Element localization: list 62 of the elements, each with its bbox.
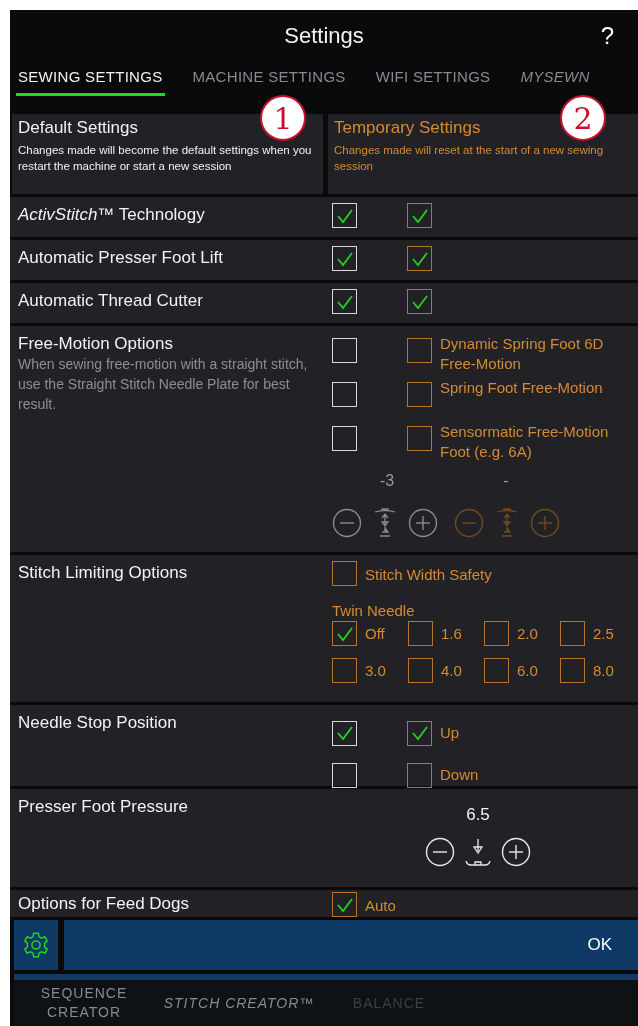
checkbox[interactable] <box>407 762 432 788</box>
setting-label: Presser Foot Pressure <box>18 797 190 817</box>
option-label: Stitch Width Safety <box>365 564 492 585</box>
tab[interactable]: SEWING SETTINGS <box>16 62 165 96</box>
column-description: Changes made will reset at the start of a new sewing session <box>334 143 605 174</box>
setting-label: Free-Motion Options <box>18 334 174 354</box>
option-label: 2.0 <box>517 623 538 644</box>
option-label: Down <box>440 765 479 785</box>
setting-description: When sewing free-motion with a straight stitch, use the Straight Stitch Needle Plate for best result. <box>18 355 309 414</box>
settings-icon <box>22 931 50 959</box>
group-label: Twin Needle <box>332 602 416 619</box>
checkbox[interactable] <box>560 621 585 646</box>
value-readout: -3 <box>378 472 396 491</box>
bottom-tab[interactable]: STITCH CREATOR™ <box>154 995 324 1011</box>
checkbox[interactable] <box>408 658 433 683</box>
option-label: 1.6 <box>441 623 462 644</box>
setting-label: Needle Stop Position <box>18 713 178 733</box>
checkbox[interactable] <box>332 621 357 646</box>
setting-label: Options for Feed Dogs <box>18 894 191 914</box>
option-label: Auto <box>365 895 396 916</box>
checkbox[interactable] <box>407 426 432 451</box>
tab[interactable]: MYSEWN <box>518 62 592 96</box>
value-readout: 6.5 <box>466 805 490 825</box>
tab[interactable]: WIFI SETTINGS <box>373 62 493 96</box>
callout-number: 2 <box>560 95 606 141</box>
checkbox[interactable] <box>484 658 509 683</box>
checkbox[interactable] <box>407 203 432 228</box>
option-label: 6.0 <box>517 660 538 681</box>
checkbox[interactable] <box>407 338 432 363</box>
window-title: Settings <box>284 23 364 49</box>
bottom-tab[interactable]: SEQUENCE CREATOR <box>14 984 154 1022</box>
presser-foot-icon <box>463 837 493 867</box>
checkbox[interactable] <box>484 621 509 646</box>
checkbox[interactable] <box>407 289 432 314</box>
checkbox[interactable] <box>407 382 432 407</box>
setting-label: ActivStitch™ Technology <box>18 205 206 225</box>
tab[interactable]: MACHINE SETTINGS <box>190 62 348 96</box>
option-label: Dynamic Spring Foot 6D Free-Motion <box>440 334 605 374</box>
setting-label: Automatic Thread Cutter <box>18 291 204 311</box>
checkbox[interactable] <box>407 720 432 746</box>
setting-label: Automatic Presser Foot Lift <box>18 248 225 268</box>
checkbox[interactable] <box>560 658 585 683</box>
option-label: Up <box>440 723 460 743</box>
column-description: Changes made will become the default settings when you restart the machine or start a new session <box>18 143 313 174</box>
option-label: 4.0 <box>441 660 462 681</box>
option-label: 8.0 <box>593 660 614 681</box>
option-label: 2.5 <box>593 623 614 644</box>
option-label: Off <box>365 623 385 644</box>
help-button[interactable]: ? <box>600 22 614 50</box>
settings-button[interactable] <box>14 920 58 970</box>
checkbox[interactable] <box>407 246 432 271</box>
value-readout: - <box>502 472 510 491</box>
setting-label: Stitch Limiting Options <box>18 563 189 583</box>
checkbox[interactable] <box>408 621 433 646</box>
ok-button[interactable]: OK <box>64 920 638 970</box>
option-label: 3.0 <box>365 660 386 681</box>
checkbox[interactable] <box>332 892 357 917</box>
option-label: Spring Foot Free-Motion <box>440 378 604 398</box>
option-label: Sensormatic Free-Motion Foot (e.g. 6A) <box>440 422 610 462</box>
checkbox[interactable] <box>332 561 357 586</box>
callout-number: 1 <box>260 95 306 141</box>
checkbox[interactable] <box>332 658 357 683</box>
